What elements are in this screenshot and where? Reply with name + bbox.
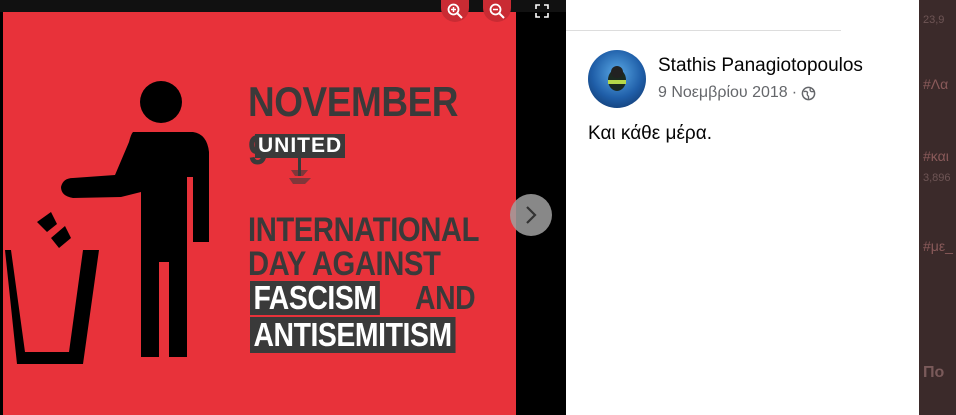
next-photo-button[interactable]: [510, 194, 552, 236]
author-name[interactable]: Stathis Panagiotopoulos: [658, 55, 863, 77]
photo-viewer: NOVEMBER 9 UNITED INTERNATIONAL DAY AGAI…: [0, 0, 566, 415]
feed-hashtag[interactable]: #με_: [923, 238, 953, 254]
post-date[interactable]: 9 Νοεμβρίου 2018: [658, 84, 788, 102]
meta-separator: ·: [791, 84, 798, 101]
logo-tree-icon: [289, 158, 311, 184]
zoom-out-icon: [489, 3, 505, 19]
post-meta: 9 Νοεμβρίου 2018 ·: [658, 84, 816, 102]
trash-figure-illustration: [5, 81, 209, 364]
feed-item: 3,896: [923, 172, 951, 184]
globe-icon[interactable]: [801, 86, 816, 101]
fullscreen-button[interactable]: [528, 0, 556, 22]
feed-hashtag[interactable]: #και: [923, 148, 949, 164]
background-feed: 23,9 #Λα #και 3,896 #με_ Πο: [919, 0, 956, 415]
avatar[interactable]: [588, 50, 646, 108]
united-logo: UNITED: [253, 130, 348, 190]
post-panel: Stathis Panagiotopoulos 9 Νοεμβρίου 2018…: [566, 0, 919, 415]
poster-line-fascism: FASCISM: [250, 281, 381, 315]
feed-item: 23,9: [923, 14, 945, 26]
zoom-in-icon: [447, 3, 463, 19]
chevron-right-icon: [526, 206, 537, 224]
divider: [566, 30, 841, 31]
diver-photo: [608, 66, 626, 91]
feed-hashtag[interactable]: #Λα: [923, 76, 948, 92]
poster-line-antisemitism: ANTISEMITISM: [250, 317, 456, 353]
expand-icon: [535, 4, 549, 18]
post-text: Και κάθε μέρα.: [588, 123, 712, 144]
poster-image: NOVEMBER 9 UNITED INTERNATIONAL DAY AGAI…: [3, 12, 516, 415]
poster-line-and: AND: [415, 279, 476, 316]
viewer-top-bar: [0, 0, 566, 12]
feed-heading: Πο: [923, 364, 945, 381]
